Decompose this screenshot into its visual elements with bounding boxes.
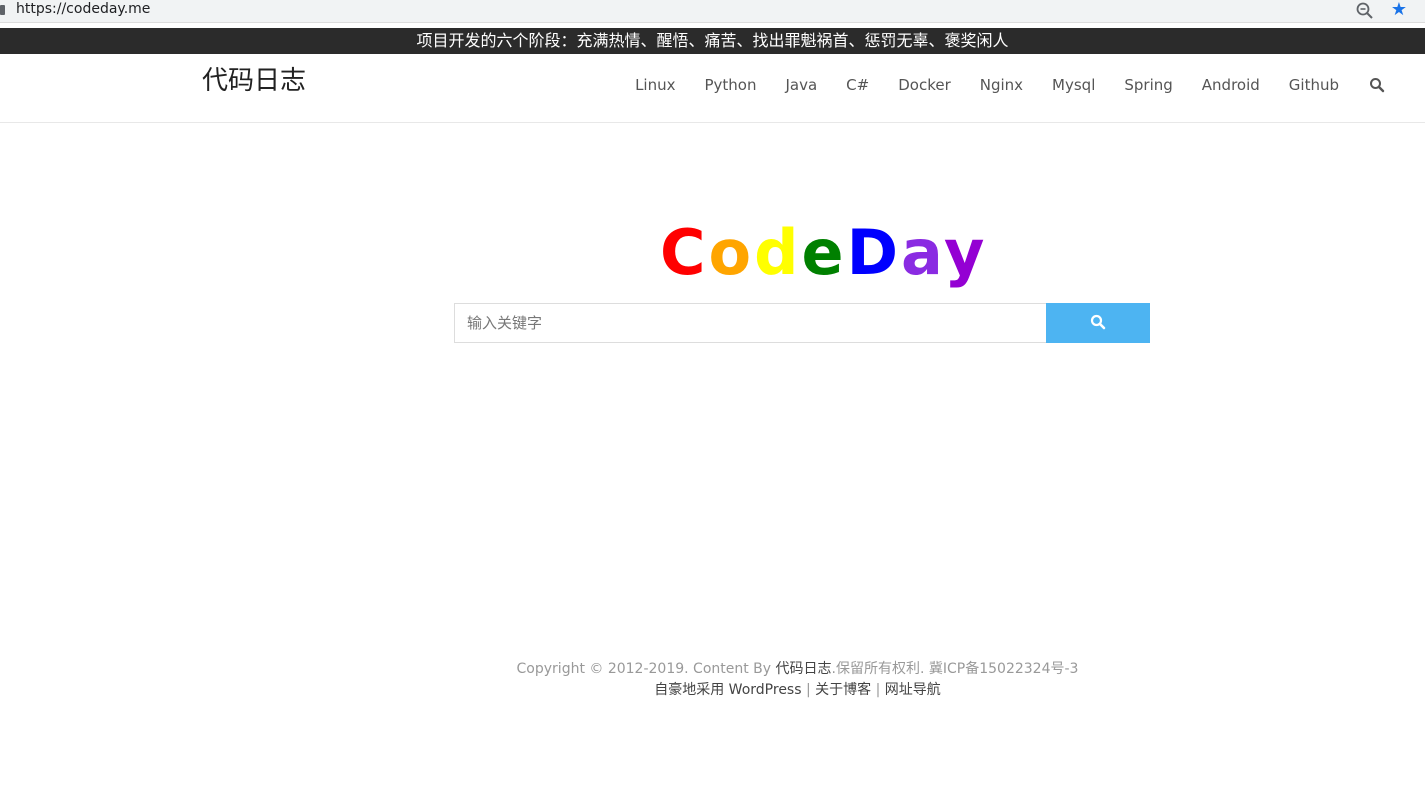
logo-letter: y <box>943 216 988 289</box>
copyright-prefix: Copyright © 2012-2019. Content By <box>516 661 776 677</box>
search-button[interactable] <box>1046 303 1150 343</box>
zoom-out-icon[interactable] <box>1355 1 1375 21</box>
browser-address-bar: https://codeday.me ★ <box>0 0 1425 23</box>
site-footer: Copyright © 2012-2019. Content By 代码日志.保… <box>0 659 1425 701</box>
search-icon[interactable] <box>1369 77 1385 93</box>
logo-letter: d <box>754 216 802 289</box>
star-icon[interactable]: ★ <box>1389 0 1409 20</box>
notice-bar: 项目开发的六个阶段：充满热情、醒悟、痛苦、找出罪魁祸首、惩罚无辜、褒奖闲人 <box>0 28 1425 54</box>
nav-item-mysql[interactable]: Mysql <box>1052 76 1095 94</box>
footer-separator: | <box>801 682 816 698</box>
wordpress-link[interactable]: 自豪地采用 WordPress <box>654 682 801 698</box>
search-input[interactable] <box>454 303 1046 343</box>
about-blog-link[interactable]: 关于博客 <box>815 682 871 698</box>
search-icon <box>1090 314 1106 333</box>
logo-letter: D <box>846 216 902 289</box>
copyright-suffix: .保留所有权利. 冀ICP备15022324号-3 <box>831 661 1079 677</box>
main-nav: Linux Python Java C# Docker Nginx Mysql … <box>606 76 1385 94</box>
site-nav-link[interactable]: 网址导航 <box>885 682 941 698</box>
lock-icon <box>0 5 5 15</box>
site-title[interactable]: 代码日志 <box>202 60 306 97</box>
logo-letter: o <box>708 216 755 289</box>
nav-item-linux[interactable]: Linux <box>635 76 675 94</box>
nav-item-python[interactable]: Python <box>704 76 756 94</box>
site-header: 代码日志 Linux Python Java C# Docker Nginx M… <box>0 54 1425 123</box>
copyright-line: Copyright © 2012-2019. Content By 代码日志.保… <box>0 659 1425 680</box>
nav-item-nginx[interactable]: Nginx <box>980 76 1023 94</box>
logo-letter: C <box>660 216 709 289</box>
search-form <box>454 303 1150 343</box>
copyright-site-link[interactable]: 代码日志 <box>776 661 832 677</box>
nav-item-docker[interactable]: Docker <box>898 76 951 94</box>
url-text[interactable]: https://codeday.me <box>16 1 150 17</box>
logo-letter: a <box>901 216 944 289</box>
footer-links: 自豪地采用 WordPress | 关于博客 | 网址导航 <box>0 680 1425 701</box>
nav-item-android[interactable]: Android <box>1202 76 1260 94</box>
nav-item-csharp[interactable]: C# <box>846 76 869 94</box>
codeday-logo: CodeDay <box>660 218 987 288</box>
nav-item-github[interactable]: Github <box>1289 76 1339 94</box>
nav-item-java[interactable]: Java <box>785 76 817 94</box>
footer-separator: | <box>871 682 885 698</box>
nav-item-spring[interactable]: Spring <box>1124 76 1172 94</box>
logo-letter: e <box>801 216 847 289</box>
